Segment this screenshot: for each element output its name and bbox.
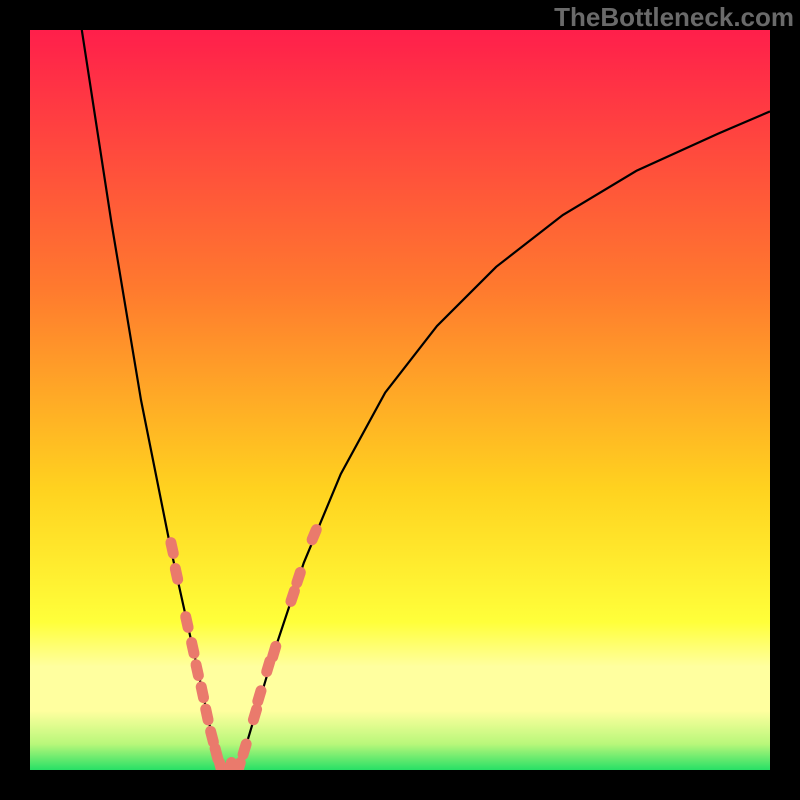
data-marker xyxy=(236,737,253,761)
data-marker xyxy=(213,756,229,770)
data-marker xyxy=(284,584,301,608)
data-marker xyxy=(260,654,277,678)
data-marker xyxy=(204,725,220,749)
attribution-text: TheBottleneck.com xyxy=(554,2,794,33)
gradient-background xyxy=(30,30,770,770)
data-marker xyxy=(195,680,210,704)
data-marker xyxy=(199,703,214,727)
data-marker xyxy=(208,742,224,766)
data-marker xyxy=(164,536,180,560)
data-marker xyxy=(251,684,268,708)
curve-right-branch xyxy=(239,111,770,770)
data-marker xyxy=(230,756,247,770)
data-marker xyxy=(189,658,205,682)
data-marker xyxy=(290,565,307,589)
chart-frame: TheBottleneck.com xyxy=(0,0,800,800)
data-markers xyxy=(164,522,323,770)
curve-left-branch xyxy=(82,30,221,770)
data-marker xyxy=(185,636,201,660)
data-marker xyxy=(266,639,283,663)
data-marker xyxy=(221,756,238,770)
data-marker xyxy=(169,562,185,586)
chart-svg xyxy=(30,30,770,770)
data-marker xyxy=(305,522,324,547)
data-marker xyxy=(179,610,195,634)
plot-area xyxy=(30,30,770,770)
data-marker xyxy=(247,702,264,726)
